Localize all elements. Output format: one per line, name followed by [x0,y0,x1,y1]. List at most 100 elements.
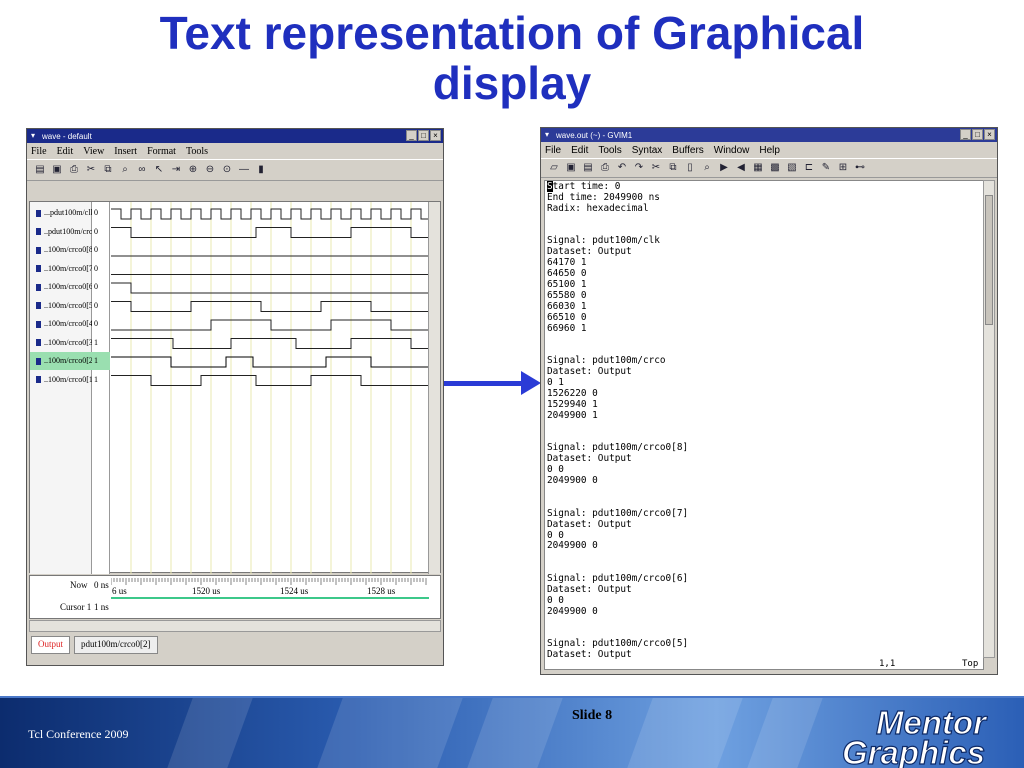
binoculars-icon[interactable]: ∞ [135,163,149,177]
menu-format[interactable]: Format [147,146,176,157]
signal-row[interactable]: ..100m/crco0[1] [30,371,96,389]
gvim-window-title: wave.out (~) - GVIM1 [556,130,633,140]
signal-icon [36,246,41,254]
print-icon[interactable]: ⎙ [67,163,81,177]
menu-file[interactable]: File [545,145,561,156]
signal-row[interactable]: ..100m/crco0[7] [30,260,96,278]
wave-vertical-scrollbar[interactable] [428,202,440,574]
undo-icon[interactable]: ↶ [615,161,629,175]
text-line [547,215,983,226]
minimize-button[interactable]: _ [960,129,971,140]
zoom-in-icon[interactable]: ⊕ [186,163,200,177]
text-line: Signal: pdut100m/crco0[7] [547,507,689,519]
text-line: 0 0 [547,464,564,476]
wave-tab[interactable]: Output [31,636,71,654]
text-line [547,334,983,345]
gvim-scroll-thumb[interactable] [985,195,993,325]
open-icon[interactable]: ▤ [33,163,47,177]
signal-value: 0 [94,208,98,217]
menu-tools[interactable]: Tools [186,146,208,157]
text-line: 2049900 0 [547,605,598,617]
save-icon[interactable]: ▣ [564,161,578,175]
time-ruler[interactable]: 6 us 1520 us 1524 us 1528 us [111,576,429,620]
menu-syntax[interactable]: Syntax [632,145,663,156]
forward-icon[interactable]: ▶ [717,161,731,175]
menu-buffers[interactable]: Buffers [672,145,704,156]
menu-insert[interactable]: Insert [114,146,137,157]
tags-icon[interactable]: ▧ [785,161,799,175]
help-icon[interactable]: ⊷ [853,161,867,175]
signal-value: 0 [94,282,98,291]
signal-value: 1 [92,352,110,370]
zoom-full-icon[interactable]: ⊙ [220,163,234,177]
save-icon[interactable]: ▣ [50,163,64,177]
maximize-button[interactable]: □ [418,130,429,141]
window-menu-icon[interactable]: ▾ [31,132,39,140]
cursor-icon[interactable]: ↖ [152,163,166,177]
signal-row[interactable]: ..100m/crco0[4] [30,315,96,333]
slide-title-line1: Text representation of Graphical [159,7,865,59]
signal-row[interactable]: ..100m/crco0[5] [30,297,96,315]
menu-help[interactable]: Help [759,145,780,156]
slide-title: Text representation of Graphical display [0,8,1024,108]
minimize-button[interactable]: _ [406,130,417,141]
wave-titlebar[interactable]: ▾ wave - default _ □ × [27,129,443,143]
close-button[interactable]: × [430,130,441,141]
text-line [547,422,983,433]
script-icon[interactable]: ✎ [819,161,833,175]
gvim-vertical-scrollbar[interactable] [983,180,995,658]
waveform-canvas[interactable] [111,202,429,574]
maximize-button[interactable]: □ [972,129,983,140]
gvim-text-area[interactable]: Start time: 0 End time: 2049900 ns Radix: … [544,180,984,670]
signal-row[interactable]: ...pdut100m/clk [30,204,94,222]
menu-view[interactable]: View [83,146,104,157]
print-icon[interactable]: ⎙ [598,161,612,175]
signal-row[interactable]: ..100m/crco0[3] [30,334,96,352]
wave-pane: ...pdut100m/clk ..pdut100m/crco ..100m/crc… [29,201,441,574]
find-icon[interactable]: ⌕ [118,163,132,177]
cut-icon[interactable]: ✂ [649,161,663,175]
signal-value: 0 [94,300,98,310]
paste-icon[interactable]: ▯ [683,161,697,175]
table-icon[interactable]: ⊞ [836,161,850,175]
redo-icon[interactable]: ↷ [632,161,646,175]
signal-row[interactable]: ..100m/crco0[8] [30,241,96,259]
menu-file[interactable]: File [31,146,47,157]
signal-icon [36,283,41,291]
signal-name: ..100m/crco0[7] [44,263,96,273]
dash-icon[interactable]: — [237,163,251,177]
menu-tools[interactable]: Tools [598,145,621,156]
menu-edit[interactable]: Edit [57,146,74,157]
copy-icon[interactable]: ⧉ [101,163,115,177]
gvim-titlebar[interactable]: ▾ wave.out (~) - GVIM1 _ □ × [541,128,997,142]
signal-row[interactable]: ..100m/crco0[2] [30,352,92,370]
back-icon[interactable]: ◀ [734,161,748,175]
text-line: 64650 0 [547,268,587,280]
shell-icon[interactable]: ⊏ [802,161,816,175]
signal-row[interactable]: ..100m/crco0[6] [30,278,96,296]
menu-window[interactable]: Window [714,145,750,156]
signal-name: ..100m/crco0[1] [44,374,96,384]
wave-tab[interactable]: pdut100m/crco0[2] [74,636,158,654]
cut-icon[interactable]: ✂ [84,163,98,177]
signal-row[interactable]: ..pdut100m/crco [30,223,96,241]
make-icon[interactable]: ▩ [768,161,782,175]
text-line: Radix: hexadecimal [547,202,649,214]
save-all-icon[interactable]: ▤ [581,161,595,175]
text-line: 0 1 [547,377,564,389]
open-icon[interactable]: ▱ [547,161,561,175]
cursor-value: 1 ns [94,602,109,612]
edge-icon[interactable]: ⇥ [169,163,183,177]
text-line [547,487,983,498]
find-icon[interactable]: ⌕ [700,161,714,175]
session-icon[interactable]: ▦ [751,161,765,175]
wave-horizontal-scrollbar[interactable] [29,620,441,632]
menu-edit[interactable]: Edit [571,145,588,156]
arrow-head-icon [521,371,541,395]
close-button[interactable]: × [984,129,995,140]
zoom-out-icon[interactable]: ⊖ [203,163,217,177]
copy-icon[interactable]: ⧉ [666,161,680,175]
window-menu-icon[interactable]: ▾ [545,131,553,139]
marker-icon[interactable]: ▮ [254,163,268,177]
gvim-toolbar: ▱ ▣ ▤ ⎙ ↶ ↷ ✂ ⧉ ▯ ⌕ ▶ ◀ ▦ ▩ ▧ ⊏ ✎ ⊞ ⊷ [541,158,997,178]
